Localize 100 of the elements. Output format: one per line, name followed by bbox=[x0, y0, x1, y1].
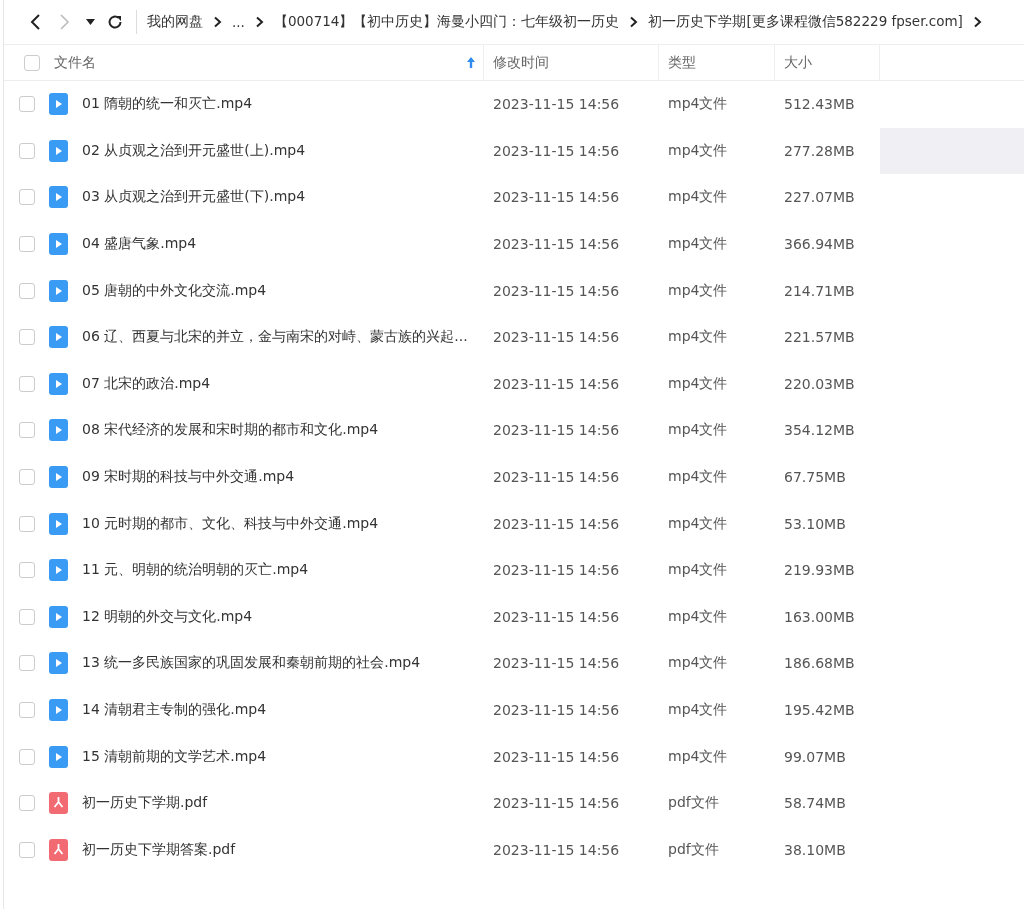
play-file-icon bbox=[49, 559, 68, 582]
play-file-icon bbox=[49, 279, 68, 302]
file-type: mp4文件 bbox=[668, 141, 728, 160]
column-header[interactable]: 类型 bbox=[668, 53, 696, 72]
play-file-icon bbox=[49, 466, 68, 489]
file-type: mp4文件 bbox=[668, 514, 728, 533]
file-type: pdf文件 bbox=[668, 840, 719, 859]
file-name[interactable]: 09 宋时期的科技与中外交通.mp4 bbox=[82, 468, 295, 487]
row-checkbox[interactable] bbox=[19, 375, 35, 392]
caret-down-icon[interactable] bbox=[85, 19, 95, 25]
file-type: pdf文件 bbox=[668, 794, 719, 813]
modified-time: 2023-11-15 14:56 bbox=[493, 841, 620, 858]
modified-time: 2023-11-15 14:56 bbox=[493, 608, 620, 625]
file-name[interactable]: 05 唐朝的中外文化交流.mp4 bbox=[82, 281, 267, 300]
column-header[interactable]: 大小 bbox=[784, 53, 812, 72]
file-size: 220.03MB bbox=[784, 375, 855, 392]
play-file-icon bbox=[49, 652, 68, 675]
file-type: mp4文件 bbox=[668, 328, 728, 347]
file-size: 67.75MB bbox=[784, 469, 846, 486]
file-name[interactable]: 初一历史下学期.pdf bbox=[82, 794, 208, 813]
refresh-icon[interactable] bbox=[107, 14, 123, 30]
modified-time: 2023-11-15 14:56 bbox=[493, 562, 620, 579]
row-checkbox[interactable] bbox=[19, 515, 35, 532]
file-size: 58.74MB bbox=[784, 795, 846, 812]
play-file-icon bbox=[49, 93, 68, 116]
file-type: mp4文件 bbox=[668, 654, 728, 673]
modified-time: 2023-11-15 14:56 bbox=[493, 702, 620, 718]
play-file-icon bbox=[49, 186, 68, 209]
breadcrumb-link[interactable]: 【000714】【初中历史】海曼小四门：七年级初一历史 bbox=[273, 13, 620, 31]
file-type: mp4文件 bbox=[668, 701, 728, 719]
file-name[interactable]: 07 北宋的政治.mp4 bbox=[82, 374, 211, 393]
file-name[interactable]: 03 从贞观之治到开元盛世(下).mp4 bbox=[82, 188, 306, 207]
row-checkbox[interactable] bbox=[19, 142, 35, 159]
row-checkbox[interactable] bbox=[19, 469, 35, 486]
row-checkbox[interactable] bbox=[19, 422, 35, 439]
file-name[interactable]: 初一历史下学期答案.pdf bbox=[82, 840, 236, 859]
file-name[interactable]: 04 盛唐气象.mp4 bbox=[82, 235, 197, 254]
play-file-icon bbox=[49, 326, 68, 349]
select-all-checkbox[interactable] bbox=[24, 54, 40, 71]
file-type: mp4文件 bbox=[668, 95, 728, 114]
modified-time: 2023-11-15 14:56 bbox=[493, 282, 620, 299]
file-size: 512.43MB bbox=[784, 96, 855, 113]
file-name[interactable]: 10 元时期的都市、文化、科技与中外交通.mp4 bbox=[82, 514, 379, 533]
file-name[interactable]: 08 宋代经济的发展和宋时期的都市和文化.mp4 bbox=[82, 421, 379, 440]
file-size: 277.28MB bbox=[784, 142, 855, 159]
breadcrumb-link[interactable]: 初一历史下学期[更多课程微信582229 fpser.com] bbox=[648, 13, 963, 31]
play-file-icon bbox=[49, 605, 68, 628]
row-checkbox[interactable] bbox=[19, 562, 35, 579]
file-size: 219.93MB bbox=[784, 562, 855, 579]
row-checkbox[interactable] bbox=[19, 795, 35, 812]
file-size: 214.71MB bbox=[784, 282, 855, 299]
file-size: 366.94MB bbox=[784, 236, 855, 253]
modified-time: 2023-11-15 14:56 bbox=[493, 748, 620, 765]
row-checkbox[interactable] bbox=[19, 608, 35, 625]
row-checkbox[interactable] bbox=[19, 655, 35, 672]
column-header[interactable]: 文件名 bbox=[54, 53, 96, 72]
chevron-right-icon bbox=[254, 16, 264, 28]
file-name[interactable]: 06 辽、西夏与北宋的并立，金与南宋的对峙、蒙古族的兴起... bbox=[82, 328, 468, 347]
file-type: mp4文件 bbox=[668, 421, 728, 440]
file-type: mp4文件 bbox=[668, 747, 728, 766]
file-name[interactable]: 02 从贞观之治到开元盛世(上).mp4 bbox=[82, 141, 306, 160]
row-checkbox[interactable] bbox=[19, 236, 35, 253]
file-name[interactable]: 01 隋朝的统一和灭亡.mp4 bbox=[82, 95, 253, 114]
file-type: mp4文件 bbox=[668, 281, 728, 300]
modified-time: 2023-11-15 14:56 bbox=[493, 96, 620, 113]
file-name[interactable]: 11 元、明朝的统治明朝的灭亡.mp4 bbox=[82, 561, 309, 580]
breadcrumb-link[interactable]: ... bbox=[232, 14, 245, 30]
sort-up-icon[interactable] bbox=[467, 57, 475, 68]
column-header[interactable]: 修改时间 bbox=[493, 53, 549, 72]
play-file-icon bbox=[49, 233, 68, 256]
file-size: 354.12MB bbox=[784, 422, 855, 439]
chevron-right-icon bbox=[213, 16, 222, 28]
file-type: mp4文件 bbox=[668, 188, 728, 207]
row-checkbox[interactable] bbox=[19, 841, 35, 858]
file-name[interactable]: 14 清朝君主专制的强化.mp4 bbox=[82, 701, 267, 719]
row-checkbox[interactable] bbox=[19, 748, 35, 765]
row-checkbox[interactable] bbox=[19, 702, 35, 718]
chevron-right-icon[interactable] bbox=[59, 13, 71, 31]
chevron-left-icon[interactable] bbox=[29, 13, 41, 31]
chevron-right-icon bbox=[972, 16, 982, 28]
file-size: 53.10MB bbox=[784, 515, 846, 532]
row-checkbox[interactable] bbox=[19, 96, 35, 113]
file-type: mp4文件 bbox=[668, 607, 728, 626]
file-name[interactable]: 13 统一多民族国家的巩固发展和秦朝前期的社会.mp4 bbox=[82, 654, 421, 673]
modified-time: 2023-11-15 14:56 bbox=[493, 189, 620, 206]
file-name[interactable]: 15 清朝前期的文学艺术.mp4 bbox=[82, 747, 267, 766]
row-checkbox[interactable] bbox=[19, 189, 35, 206]
modified-time: 2023-11-15 14:56 bbox=[493, 422, 620, 439]
breadcrumb-link[interactable]: 我的网盘 bbox=[147, 13, 203, 31]
pdf-file-icon bbox=[49, 792, 68, 815]
play-file-icon bbox=[49, 699, 68, 721]
file-type: mp4文件 bbox=[668, 468, 728, 487]
play-file-icon bbox=[49, 419, 68, 442]
file-name[interactable]: 12 明朝的外交与文化.mp4 bbox=[82, 607, 253, 626]
row-checkbox[interactable] bbox=[19, 329, 35, 346]
file-size: 221.57MB bbox=[784, 329, 855, 346]
modified-time: 2023-11-15 14:56 bbox=[493, 655, 620, 672]
file-size: 38.10MB bbox=[784, 841, 846, 858]
row-checkbox[interactable] bbox=[19, 282, 35, 299]
modified-time: 2023-11-15 14:56 bbox=[493, 236, 620, 253]
